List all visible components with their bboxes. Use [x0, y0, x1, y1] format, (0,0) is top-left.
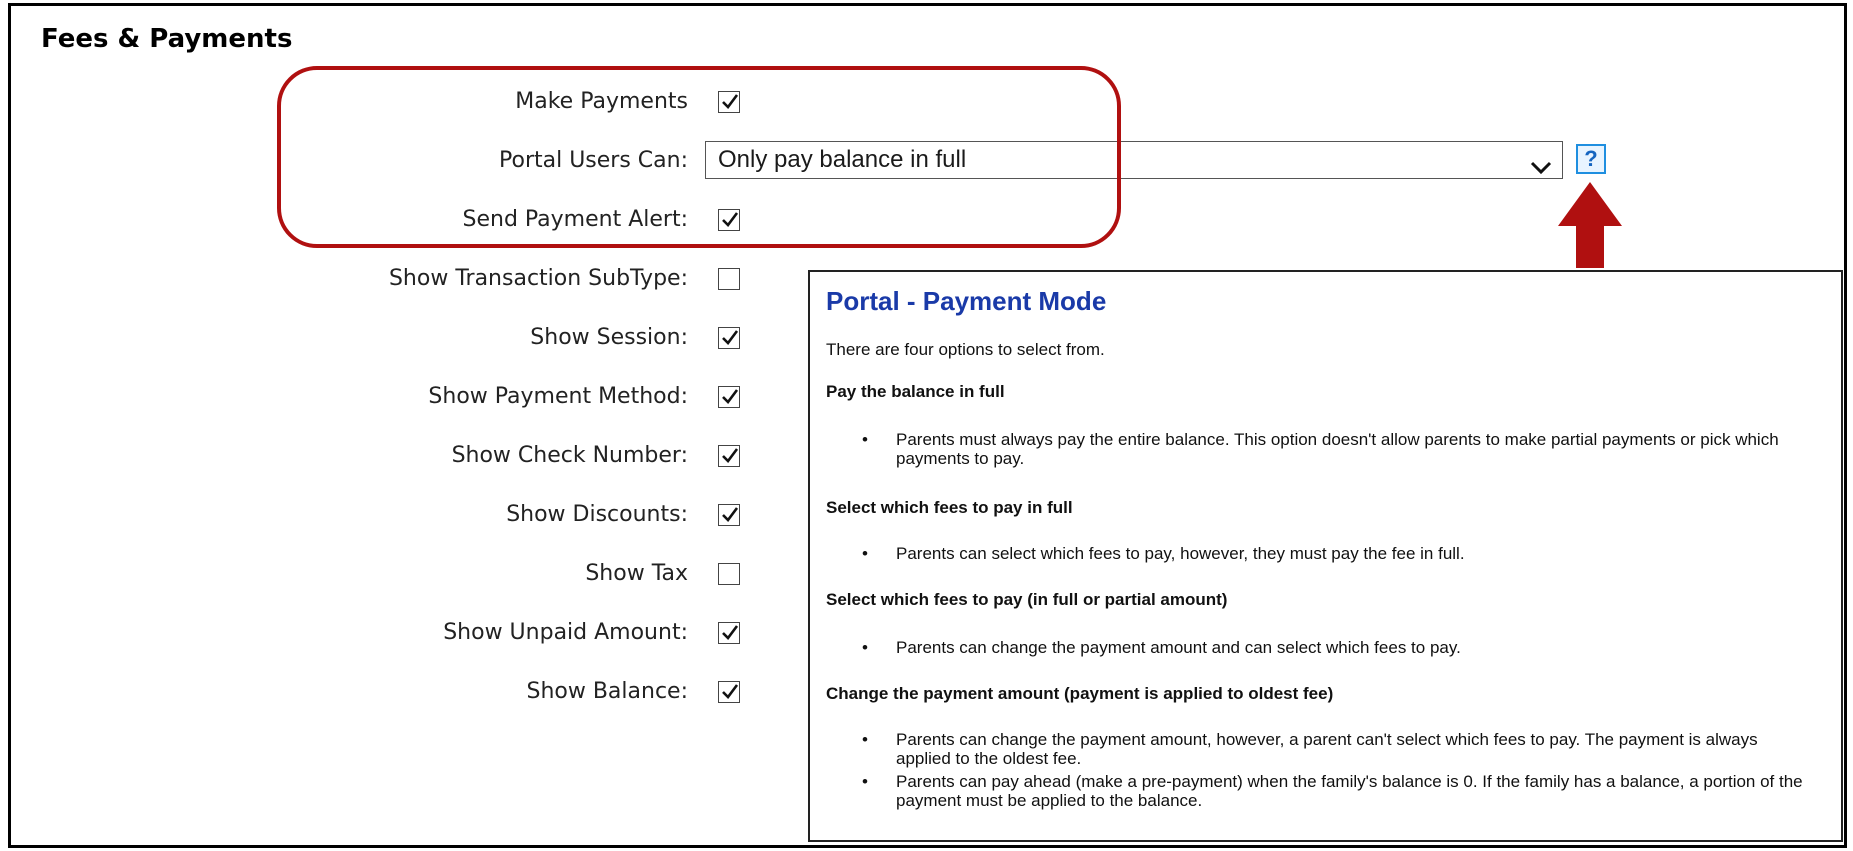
show-check-number-label: Show Check Number: [451, 443, 688, 468]
popup-intro: There are four options to select from. [826, 340, 1105, 359]
show-tax-checkbox[interactable] [718, 563, 740, 585]
show-payment-method-label: Show Payment Method: [428, 384, 688, 409]
option-heading: Pay the balance in full [826, 382, 1005, 401]
show-discounts-checkbox[interactable] [718, 504, 740, 526]
popup-title: Portal - Payment Mode [826, 286, 1107, 316]
chevron-down-icon [1530, 151, 1552, 187]
show-transaction-subtype-checkbox[interactable] [718, 268, 740, 290]
show-session-checkbox[interactable] [718, 327, 740, 349]
show-unpaid-amount-label: Show Unpaid Amount: [443, 620, 688, 645]
help-icon[interactable]: ? [1576, 144, 1606, 174]
option-heading: Change the payment amount (payment is ap… [826, 684, 1334, 703]
annotation-highlight [277, 66, 1121, 248]
show-payment-method-checkbox[interactable] [718, 386, 740, 408]
show-discounts-label: Show Discounts: [506, 502, 688, 527]
show-balance-checkbox[interactable] [718, 681, 740, 703]
section-title: Fees & Payments [41, 24, 293, 54]
show-unpaid-amount-checkbox[interactable] [718, 622, 740, 644]
option-heading: Select which fees to pay (in full or par… [826, 590, 1228, 609]
payment-mode-help-popup: Portal - Payment Mode There are four opt… [808, 270, 1843, 842]
option-heading: Select which fees to pay in full [826, 498, 1073, 517]
show-tax-label: Show Tax [585, 561, 688, 586]
show-check-number-checkbox[interactable] [718, 445, 740, 467]
show-transaction-subtype-label: Show Transaction SubType: [388, 266, 688, 291]
annotation-arrow-icon [1556, 180, 1624, 274]
show-balance-label: Show Balance: [526, 679, 688, 704]
show-session-label: Show Session: [530, 325, 688, 350]
